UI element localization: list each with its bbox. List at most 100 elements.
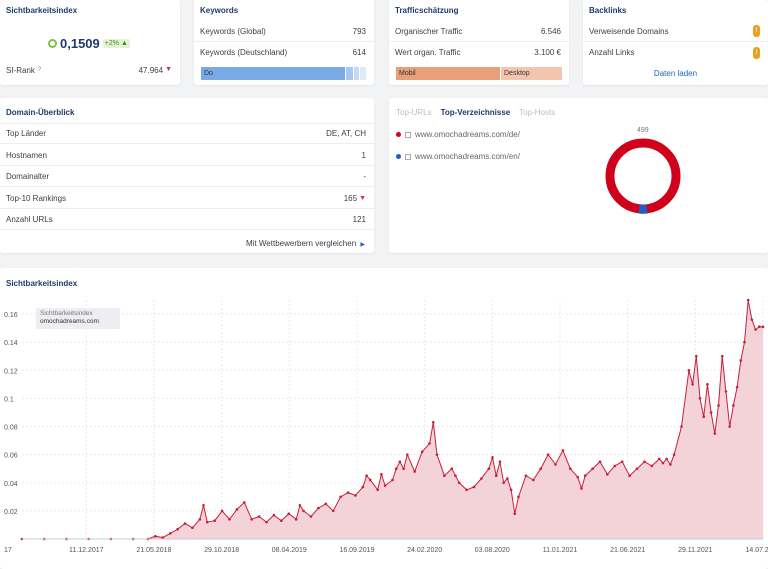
data-point: [191, 526, 194, 530]
data-point: [717, 404, 720, 407]
data-point: [265, 520, 268, 524]
data-point: [757, 325, 761, 329]
backlinks-card-title: Backlinks: [589, 6, 627, 15]
data-point: [454, 474, 457, 478]
data-point: [465, 488, 468, 492]
si-value: 0,1509: [60, 36, 100, 51]
keywords-card-title: Keywords: [200, 6, 239, 15]
x-tick-label: 11.01.2021: [543, 547, 578, 554]
y-tick-label: 0.16: [4, 312, 18, 319]
data-point: [713, 432, 717, 435]
warning-icon: !: [753, 46, 760, 59]
x-tick-label: 16.09.2019: [339, 547, 374, 554]
data-point: [457, 481, 461, 485]
data-point: [657, 457, 661, 461]
directory-entry-de[interactable]: www.omochadreams.com/de/: [396, 130, 520, 139]
data-point: [317, 506, 320, 510]
data-point: [287, 512, 291, 515]
data-point: [524, 474, 528, 478]
data-point: [294, 518, 298, 521]
domain-row-hostnames[interactable]: Hostnamen 1: [0, 145, 374, 166]
domain-card-title: Domain-Überblick: [6, 108, 75, 117]
data-point: [168, 532, 172, 535]
data-point: [324, 502, 328, 506]
data-point: [506, 477, 509, 480]
data-point: [669, 463, 672, 466]
directories-card: Top-URLs Top-Verzeichnisse Top-Hosts www…: [389, 98, 768, 253]
tab-top-hosts[interactable]: Top-Hosts: [519, 108, 555, 117]
legend-dot-blue: [396, 154, 401, 159]
compare-competitors-link[interactable]: Mit Wettbewerbern vergleichen ▶: [246, 239, 365, 248]
data-point: [435, 453, 439, 456]
x-tick-label: 29.11.2021: [678, 547, 713, 554]
data-point: [376, 488, 379, 492]
si-card-title: Sichtbarkeitsindex: [6, 6, 78, 15]
data-point: [494, 474, 498, 478]
data-point: [709, 411, 713, 414]
domain-row-url-count[interactable]: Anzahl URLs 121: [0, 209, 374, 230]
data-point: [743, 340, 746, 344]
device-distribution-bar[interactable]: Mobil Desktop: [396, 67, 562, 80]
data-point: [391, 478, 394, 482]
data-point: [365, 474, 368, 478]
load-data-link[interactable]: Daten laden: [583, 69, 768, 78]
organic-traffic-row[interactable]: Organischer Traffic 6.546: [389, 21, 569, 42]
domain-row-top10[interactable]: Top-10 Rankings 165 ▼: [0, 188, 374, 209]
data-point: [198, 518, 202, 521]
domain-row-age[interactable]: Domainalter -: [0, 166, 374, 187]
y-tick-label: 0.04: [4, 481, 18, 488]
si-rank-row: SI-Rank ? 47.964 ▼: [6, 66, 172, 75]
data-point: [502, 481, 505, 485]
data-point: [346, 491, 350, 494]
link-count-row[interactable]: Anzahl Links !: [583, 42, 768, 63]
data-point: [635, 467, 639, 471]
data-point: [698, 397, 702, 400]
keyword-bar-segment-3: [354, 67, 359, 80]
chart-card-title: Sichtbarkeitsindex: [6, 279, 78, 288]
external-link-icon[interactable]: [405, 153, 411, 160]
si-rank-value: 47.964: [138, 66, 164, 75]
data-point: [580, 487, 583, 490]
chart-tooltip: Sichtbarkeitsindex omochadreams.com: [36, 308, 120, 329]
si-change-badge: +2% ▲: [102, 39, 130, 48]
visibility-chart[interactable]: 0.16 0.14 0.12 0.1 0.08 0.06 0.04 0.02 17 11.12.2…: [0, 296, 768, 569]
trend-down-icon: ▼: [165, 66, 172, 73]
chevron-right-icon: ▶: [360, 242, 365, 248]
data-point: [531, 478, 535, 482]
backlinks-card: Backlinks Verweisende Domains ! Anzahl L…: [583, 0, 768, 85]
data-point: [302, 509, 305, 513]
referring-domains-row[interactable]: Verweisende Domains !: [583, 21, 768, 42]
keyword-distribution-bar[interactable]: Do: [201, 67, 367, 80]
donut-total-label: 499: [637, 127, 649, 134]
keyword-bar-segment-4: [360, 67, 366, 80]
data-point: [720, 354, 724, 358]
traffic-value-row[interactable]: Wert organ. Traffic 3.100 €: [389, 42, 569, 63]
data-point: [569, 467, 572, 471]
data-point: [702, 415, 706, 418]
keyword-bar-segment-do: Do: [201, 67, 345, 80]
tab-top-urls[interactable]: Top-URLs: [396, 108, 432, 117]
data-point: [398, 460, 402, 463]
x-tick-label: 24.02.2020: [407, 547, 442, 554]
x-tick-label: 29.10.2018: [204, 547, 239, 554]
data-point: [450, 467, 454, 471]
directory-entry-en[interactable]: www.omochadreams.com/en/: [396, 152, 520, 161]
data-point: [154, 534, 157, 538]
x-tick-label: 03.08.2020: [475, 547, 510, 554]
y-tick-label: 0.14: [4, 340, 18, 347]
donut-segment-de[interactable]: [605, 138, 681, 214]
data-point: [728, 425, 731, 428]
directory-donut-chart[interactable]: [603, 136, 683, 216]
data-point: [280, 519, 283, 523]
tab-top-directories[interactable]: Top-Verzeichnisse: [441, 108, 511, 117]
external-link-icon[interactable]: [405, 131, 411, 138]
domain-row-top-countries[interactable]: Top Länder DE, AT, CH: [0, 123, 374, 144]
data-point: [517, 495, 520, 499]
keywords-de-row[interactable]: Keywords (Deutschland) 614: [194, 42, 374, 63]
data-point: [650, 464, 654, 468]
data-point: [394, 467, 398, 471]
data-point: [368, 478, 372, 482]
data-point: [491, 456, 494, 459]
keywords-global-row[interactable]: Keywords (Global) 793: [194, 21, 374, 42]
traffic-card-title: Trafficschätzung: [395, 6, 459, 15]
